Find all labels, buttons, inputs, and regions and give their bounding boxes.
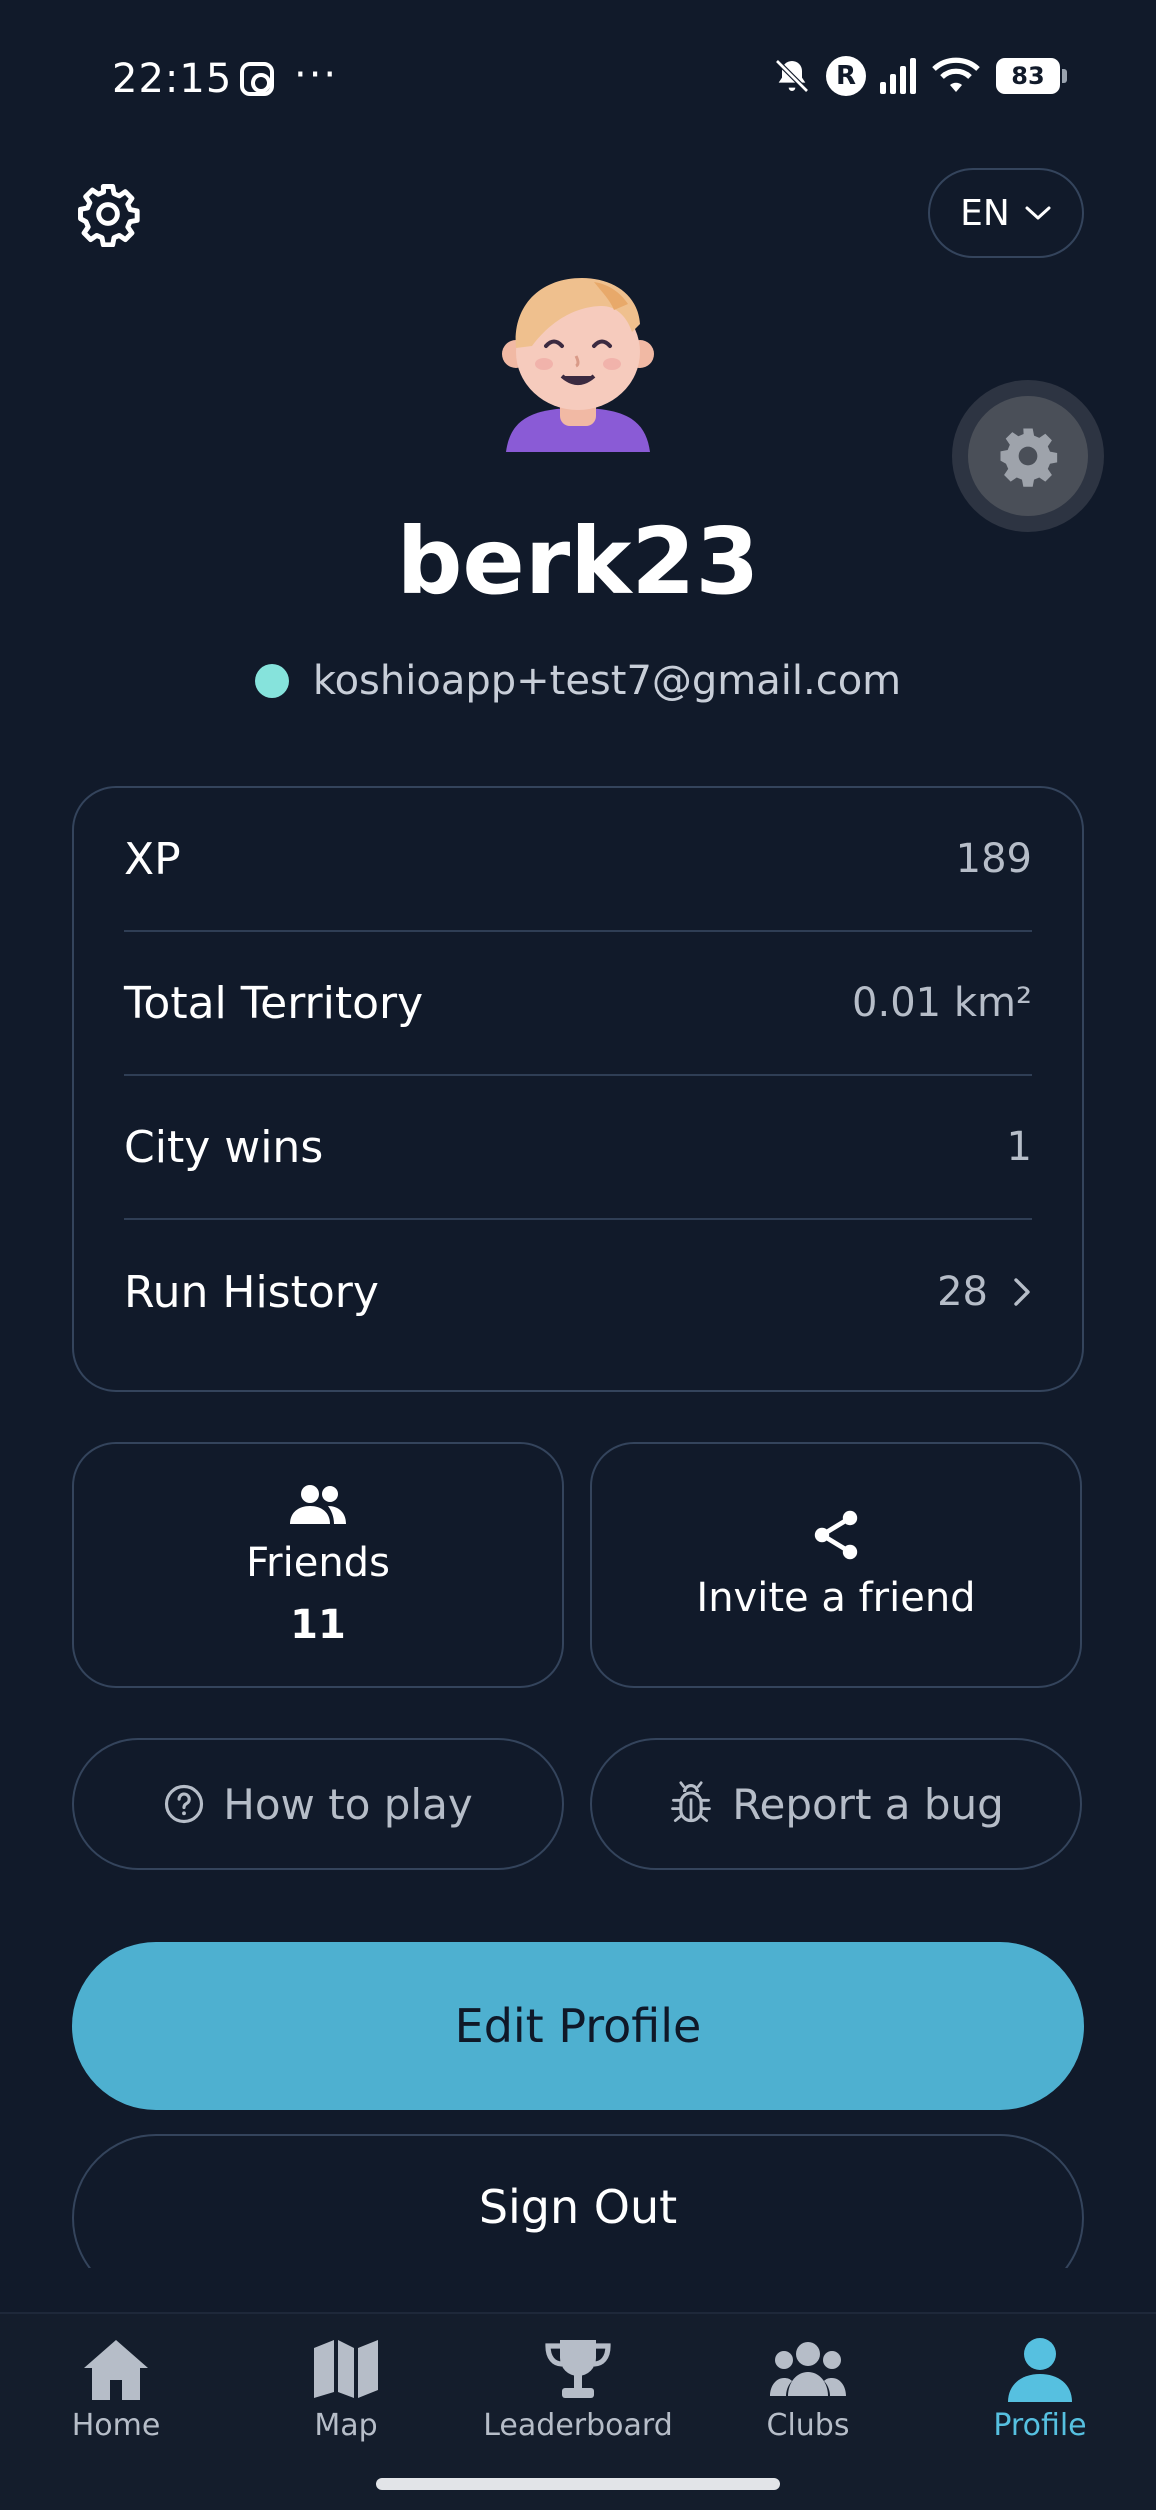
home-indicator[interactable] <box>376 2478 780 2490</box>
stat-value: 28 <box>937 1269 988 1315</box>
person-icon <box>1008 2338 1072 2402</box>
settings-button[interactable] <box>72 178 144 250</box>
bug-icon <box>671 1781 712 1823</box>
instagram-icon <box>240 62 274 96</box>
username: berk23 <box>396 508 760 615</box>
home-icon <box>84 2340 148 2400</box>
edit-profile-button[interactable]: Edit Profile <box>72 1942 1084 2110</box>
how-to-play-button[interactable]: How to play <box>72 1738 564 1870</box>
nav-label: Map <box>314 2408 378 2443</box>
language-selector[interactable]: EN <box>928 168 1084 258</box>
online-status-dot <box>254 664 289 698</box>
friends-tile[interactable]: Friends 11 <box>72 1442 564 1688</box>
nav-label: Clubs <box>766 2408 850 2443</box>
language-label: EN <box>960 192 1010 234</box>
nav-label: Home <box>71 2408 161 2443</box>
stat-value: 189 <box>955 836 1032 882</box>
nav-item-home[interactable]: Home <box>16 2336 216 2443</box>
stat-row-xp: XP 189 <box>124 788 1032 932</box>
stat-row-territory: Total Territory 0.01 km² <box>124 932 1032 1076</box>
status-bar: 22:15 ··· R 83 <box>0 0 1156 160</box>
stat-label: XP <box>124 833 181 885</box>
friends-count: 11 <box>290 1602 346 1648</box>
report-bug-label: Report a bug <box>732 1779 1004 1829</box>
help-circle-icon <box>165 1784 204 1824</box>
wifi-icon <box>932 57 980 92</box>
share-icon <box>814 1510 858 1560</box>
more-notifications-icon: ··· <box>294 52 339 98</box>
chevron-right-icon <box>1014 1278 1030 1306</box>
gear-icon <box>78 184 140 247</box>
stat-label: City wins <box>124 1121 324 1173</box>
nav-item-leaderboard[interactable]: Leaderboard <box>478 2336 678 2443</box>
status-icons: R 83 <box>772 56 1067 96</box>
nav-label: Leaderboard <box>483 2408 673 2443</box>
status-time: 22:15 <box>112 56 233 102</box>
battery-icon: 83 <box>996 58 1067 94</box>
floating-settings-inner <box>968 396 1088 516</box>
how-to-play-label: How to play <box>223 1779 473 1829</box>
signal-icon <box>880 58 916 94</box>
stat-row-city-wins: City wins 1 <box>124 1076 1032 1220</box>
r-badge-icon: R <box>826 56 866 96</box>
map-icon <box>314 2340 378 2398</box>
gear-icon <box>1000 428 1058 487</box>
avatar <box>502 278 654 452</box>
stat-label: Total Territory <box>124 977 424 1029</box>
stat-label: Run History <box>124 1266 379 1318</box>
run-history-value-wrap: 28 <box>937 1269 1032 1315</box>
users-icon <box>770 2342 846 2396</box>
email-text: koshioapp+test7@gmail.com <box>312 658 902 704</box>
sign-out-button[interactable]: Sign Out <box>72 2134 1084 2268</box>
chevron-down-icon <box>1025 206 1051 220</box>
email-row: koshioapp+test7@gmail.com <box>0 658 1156 704</box>
stat-value: 0.01 km² <box>852 980 1032 1026</box>
invite-friend-tile[interactable]: Invite a friend <box>590 1442 1082 1688</box>
run-history-row[interactable]: Run History 28 <box>124 1220 1032 1364</box>
users-icon <box>290 1485 346 1524</box>
report-bug-button[interactable]: Report a bug <box>590 1738 1082 1870</box>
sign-out-clip: Sign Out <box>72 2134 1084 2268</box>
invite-label: Invite a friend <box>696 1575 976 1621</box>
nav-item-clubs[interactable]: Clubs <box>708 2336 908 2443</box>
nav-item-map[interactable]: Map <box>246 2336 446 2443</box>
trophy-icon <box>545 2340 611 2398</box>
stat-value: 1 <box>1006 1124 1032 1170</box>
nav-item-profile[interactable]: Profile <box>940 2336 1140 2443</box>
nav-label: Profile <box>993 2408 1087 2443</box>
bell-off-icon <box>775 59 809 93</box>
friends-label: Friends <box>246 1540 390 1586</box>
stats-card: XP 189 Total Territory 0.01 km² City win… <box>72 786 1084 1392</box>
